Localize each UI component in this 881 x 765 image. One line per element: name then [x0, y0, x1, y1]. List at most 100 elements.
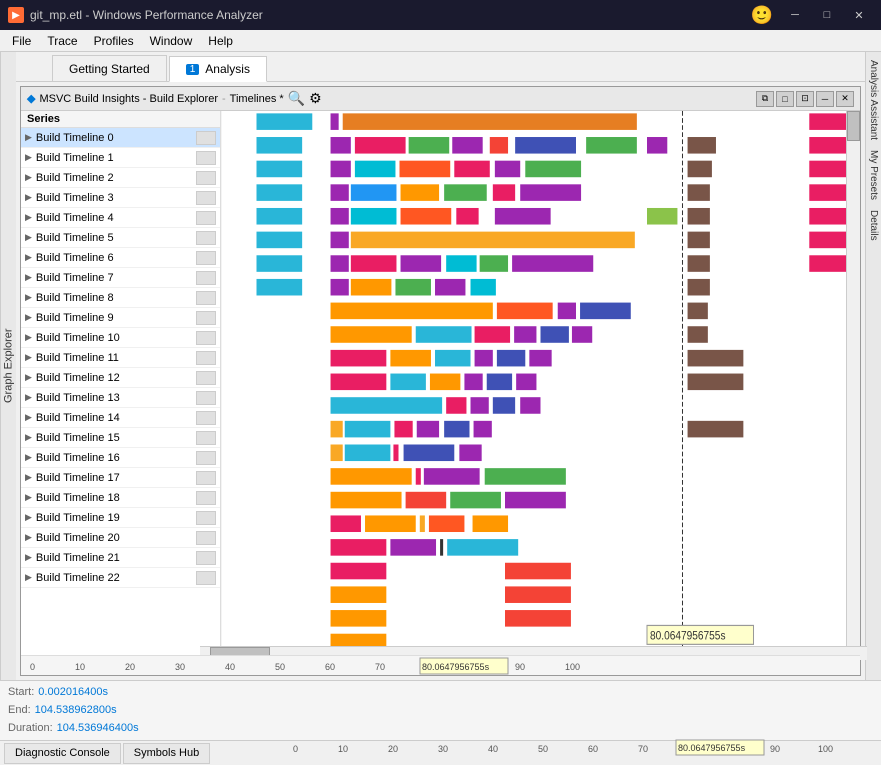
- inner-minimize-button[interactable]: ─: [816, 91, 834, 107]
- start-value: 0.002016400s: [38, 686, 108, 698]
- list-item[interactable]: ▶ Build Timeline 22: [21, 568, 220, 588]
- scrollbar-thumb[interactable]: [847, 111, 860, 141]
- list-item[interactable]: ▶ Build Timeline 18: [21, 488, 220, 508]
- series-thumb: [196, 291, 216, 305]
- series-thumb: [196, 411, 216, 425]
- series-name: Build Timeline 3: [36, 192, 196, 204]
- status-bar: Start: 0.002016400s End: 104.538962800s …: [0, 680, 881, 740]
- menu-trace[interactable]: Trace: [39, 32, 85, 50]
- series-thumb: [196, 471, 216, 485]
- timeline-area[interactable]: 80.0647956755s: [221, 111, 860, 655]
- svg-text:100: 100: [818, 744, 833, 754]
- minimize-button[interactable]: ─: [781, 5, 809, 25]
- svg-text:100: 100: [565, 662, 580, 672]
- expand-icon: ▶: [25, 132, 32, 143]
- list-item[interactable]: ▶ Build Timeline 14: [21, 408, 220, 428]
- list-item[interactable]: ▶ Build Timeline 11: [21, 348, 220, 368]
- h-scrollbar-thumb[interactable]: [210, 647, 270, 655]
- title-bar: ▶ git_mp.etl - Windows Performance Analy…: [0, 0, 881, 30]
- menu-help[interactable]: Help: [200, 32, 241, 50]
- inner-close-button[interactable]: ✕: [836, 91, 854, 107]
- sidebar-my-presets[interactable]: My Presets: [866, 146, 881, 204]
- end-label: End:: [8, 704, 31, 716]
- series-name: Build Timeline 13: [36, 392, 196, 404]
- list-item[interactable]: ▶ Build Timeline 9: [21, 308, 220, 328]
- svg-text:20: 20: [388, 744, 398, 754]
- list-item[interactable]: ▶ Build Timeline 15: [21, 428, 220, 448]
- search-button[interactable]: 🔍: [288, 90, 305, 107]
- duration-value: 104.536946400s: [57, 722, 139, 734]
- list-item[interactable]: ▶ Build Timeline 4: [21, 208, 220, 228]
- series-name: Build Timeline 15: [36, 432, 196, 444]
- list-item[interactable]: ▶ Build Timeline 0: [21, 128, 220, 148]
- expand-icon: ▶: [25, 152, 32, 163]
- graph-explorer-sidebar[interactable]: Graph Explorer: [0, 52, 16, 680]
- list-item[interactable]: ▶ Build Timeline 20: [21, 528, 220, 548]
- menu-file[interactable]: File: [4, 32, 39, 50]
- svg-text:70: 70: [638, 744, 648, 754]
- menu-window[interactable]: Window: [142, 32, 201, 50]
- duration-label: Duration:: [8, 722, 53, 734]
- tab-analysis[interactable]: 1 Analysis: [169, 56, 267, 82]
- series-name: Build Timeline 10: [36, 332, 196, 344]
- list-item[interactable]: ▶ Build Timeline 21: [21, 548, 220, 568]
- series-thumb: [196, 191, 216, 205]
- list-item[interactable]: ▶ Build Timeline 17: [21, 468, 220, 488]
- title-bar-left: ▶ git_mp.etl - Windows Performance Analy…: [8, 7, 263, 23]
- series-thumb: [196, 431, 216, 445]
- series-name: Build Timeline 21: [36, 552, 196, 564]
- list-item[interactable]: ▶ Build Timeline 6: [21, 248, 220, 268]
- expand-icon: ▶: [25, 552, 32, 563]
- expand-icon: ▶: [25, 472, 32, 483]
- svg-text:50: 50: [275, 662, 285, 672]
- series-name: Build Timeline 18: [36, 492, 196, 504]
- series-name: Build Timeline 16: [36, 452, 196, 464]
- list-item[interactable]: ▶ Build Timeline 16: [21, 448, 220, 468]
- start-label: Start:: [8, 686, 34, 698]
- list-item[interactable]: ▶ Build Timeline 8: [21, 288, 220, 308]
- list-item[interactable]: ▶ Build Timeline 10: [21, 328, 220, 348]
- expand-icon: ▶: [25, 432, 32, 443]
- series-name: Build Timeline 11: [36, 352, 196, 364]
- inner-window-controls[interactable]: ⧉ □ ⊡ ─ ✕: [756, 91, 854, 107]
- inner-title-icon: ◆: [27, 92, 35, 105]
- series-thumb: [196, 491, 216, 505]
- tab-getting-started[interactable]: Getting Started: [52, 55, 167, 81]
- sidebar-analysis-assistant[interactable]: Analysis Assistant: [866, 56, 881, 144]
- inner-maximize-button[interactable]: □: [776, 91, 794, 107]
- series-header: Series: [21, 111, 220, 128]
- inner-float-button[interactable]: ⊡: [796, 91, 814, 107]
- sidebar-details[interactable]: Details: [866, 206, 881, 245]
- list-item[interactable]: ▶ Build Timeline 12: [21, 368, 220, 388]
- list-item[interactable]: ▶ Build Timeline 3: [21, 188, 220, 208]
- expand-icon: ▶: [25, 192, 32, 203]
- timeline-chart: 80.0647956755s: [221, 111, 860, 655]
- inner-restore-button[interactable]: ⧉: [756, 91, 774, 107]
- list-item[interactable]: ▶ Build Timeline 2: [21, 168, 220, 188]
- menu-bar: File Trace Profiles Window Help: [0, 30, 881, 52]
- horizontal-scrollbar[interactable]: [200, 646, 860, 655]
- maximize-button[interactable]: □: [813, 5, 841, 25]
- series-thumb: [196, 551, 216, 565]
- status-start-row: Start: 0.002016400s: [8, 683, 873, 701]
- expand-icon: ▶: [25, 272, 32, 283]
- close-button[interactable]: ✕: [845, 5, 873, 25]
- series-thumb: [196, 251, 216, 265]
- list-item[interactable]: ▶ Build Timeline 13: [21, 388, 220, 408]
- svg-text:0: 0: [293, 744, 298, 754]
- settings-button[interactable]: ⚙: [309, 90, 322, 107]
- list-item[interactable]: ▶ Build Timeline 1: [21, 148, 220, 168]
- list-item[interactable]: ▶ Build Timeline 19: [21, 508, 220, 528]
- vertical-scrollbar[interactable]: [846, 111, 860, 655]
- list-item[interactable]: ▶ Build Timeline 5: [21, 228, 220, 248]
- expand-icon: ▶: [25, 372, 32, 383]
- list-item[interactable]: ▶ Build Timeline 7: [21, 268, 220, 288]
- expand-icon: ▶: [25, 452, 32, 463]
- expand-icon: ▶: [25, 252, 32, 263]
- menu-profiles[interactable]: Profiles: [86, 32, 142, 50]
- expand-icon: ▶: [25, 392, 32, 403]
- series-thumb: [196, 371, 216, 385]
- series-name: Build Timeline 2: [36, 172, 196, 184]
- right-sidebar: Analysis Assistant My Presets Details: [865, 52, 881, 680]
- window-controls[interactable]: ─ □ ✕: [781, 5, 873, 25]
